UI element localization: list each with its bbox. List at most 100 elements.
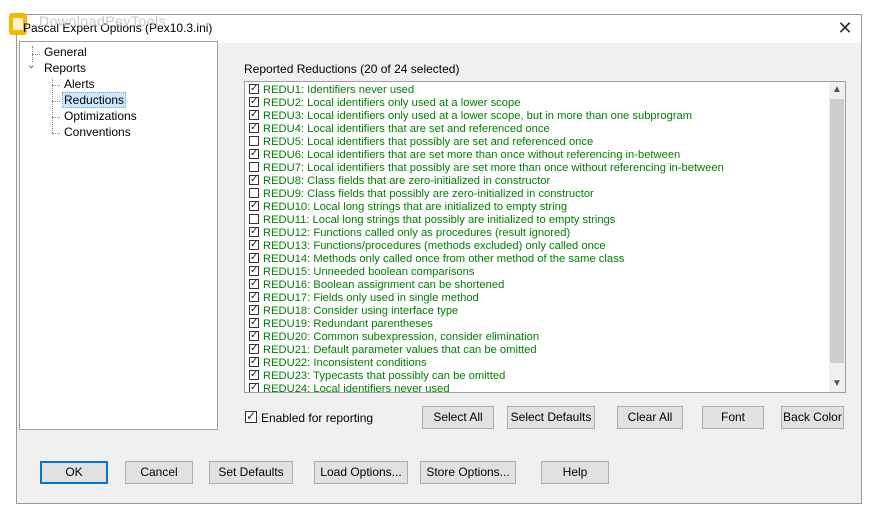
checkbox-icon[interactable]: [249, 342, 259, 355]
tree-line: [52, 117, 60, 118]
checkbox-icon[interactable]: [245, 409, 257, 423]
select-all-button[interactable]: Select All: [422, 406, 494, 429]
store-options-button[interactable]: Store Options...: [420, 461, 516, 484]
options-dialog: Pascal Expert Options (Pex10.3.ini) Down…: [9, 13, 862, 504]
reduction-item-label: REDU19: Redundant parentheses: [263, 318, 433, 330]
reduction-item[interactable]: REDU23: Typecasts that possibly can be o…: [249, 368, 505, 383]
tree-item-alerts[interactable]: Alerts: [64, 76, 95, 92]
reduction-item[interactable]: REDU7: Local identifiers that possibly a…: [249, 162, 724, 175]
scroll-down-icon[interactable]: ▼: [829, 376, 845, 392]
title-bar: Pascal Expert Options (Pex10.3.ini) Down…: [9, 13, 861, 43]
enabled-for-reporting-checkbox[interactable]: Enabled for reporting: [245, 409, 373, 425]
help-button[interactable]: Help: [541, 461, 609, 484]
reduction-item-label: REDU17: Fields only used in single metho…: [263, 292, 479, 304]
reduction-item[interactable]: REDU24: Local identifiers never used: [249, 381, 450, 393]
load-options-button[interactable]: Load Options...: [314, 461, 408, 484]
reduction-item-label: REDU9: Class fields that possibly are ze…: [263, 188, 594, 200]
reduction-item[interactable]: REDU19: Redundant parentheses: [249, 316, 433, 331]
clear-all-button[interactable]: Clear All: [617, 406, 683, 429]
reduction-item-label: REDU14: Methods only called once from ot…: [263, 253, 625, 265]
checkbox-icon[interactable]: [249, 368, 259, 381]
reduction-item[interactable]: REDU15: Unneeded boolean comparisons: [249, 264, 475, 279]
checkbox-icon[interactable]: [249, 277, 259, 290]
tree-line: [52, 78, 53, 133]
tree-line: [32, 54, 40, 55]
checkbox-icon[interactable]: [249, 303, 259, 316]
reduction-item-label: REDU21: Default parameter values that ca…: [263, 344, 537, 356]
vertical-scrollbar[interactable]: ▲ ▼: [829, 82, 845, 392]
ok-button[interactable]: OK: [40, 461, 108, 484]
checkbox-icon[interactable]: [249, 316, 259, 329]
reduction-item[interactable]: REDU3: Local identifiers only used at a …: [249, 108, 693, 123]
reduction-item[interactable]: REDU17: Fields only used in single metho…: [249, 290, 479, 305]
reduction-item[interactable]: REDU21: Default parameter values that ca…: [249, 342, 537, 357]
reduction-item[interactable]: REDU22: Inconsistent conditions: [249, 355, 427, 370]
close-icon[interactable]: ✕: [831, 17, 859, 39]
reduction-item-label: REDU3: Local identifiers only used at a …: [263, 110, 693, 122]
reduction-item-label: REDU1: Identifiers never used: [263, 84, 415, 96]
checkbox-icon[interactable]: [249, 173, 259, 186]
reduction-item[interactable]: REDU2: Local identifiers only used at a …: [249, 95, 521, 110]
checkbox-icon[interactable]: [249, 290, 259, 303]
cancel-button[interactable]: Cancel: [125, 461, 193, 484]
checkbox-icon[interactable]: [249, 147, 259, 160]
reduction-item[interactable]: REDU5: Local identifiers that possibly a…: [249, 136, 593, 149]
reduction-item[interactable]: REDU9: Class fields that possibly are ze…: [249, 188, 594, 201]
reduction-item-label: REDU7: Local identifiers that possibly a…: [263, 162, 724, 174]
reductions-list: REDU1: Identifiers never usedREDU2: Loca…: [244, 81, 846, 393]
reduction-item[interactable]: REDU16: Boolean assignment can be shorte…: [249, 277, 505, 292]
scroll-up-icon[interactable]: ▲: [829, 82, 845, 98]
reduction-item-label: REDU20: Common subexpression, consider e…: [263, 331, 540, 343]
reduction-item[interactable]: REDU6: Local identifiers that are set mo…: [249, 147, 680, 162]
reduction-item[interactable]: REDU10: Local long strings that are init…: [249, 199, 567, 214]
tree-item-general[interactable]: General: [44, 44, 87, 60]
checkbox-icon[interactable]: [249, 238, 259, 251]
options-tree: General ⌄ Reports Alerts Reductions Opti…: [19, 41, 218, 430]
reductions-heading: Reported Reductions (20 of 24 selected): [244, 62, 460, 76]
checkbox-icon[interactable]: [249, 381, 259, 392]
checkbox-icon[interactable]: [249, 225, 259, 238]
checkbox-icon[interactable]: [249, 136, 259, 146]
back-color-button[interactable]: Back Color: [781, 406, 844, 429]
checkbox-icon[interactable]: [249, 162, 259, 172]
reduction-item[interactable]: REDU12: Functions called only as procedu…: [249, 225, 570, 240]
reduction-item[interactable]: REDU14: Methods only called once from ot…: [249, 251, 625, 266]
checkbox-icon[interactable]: [249, 251, 259, 264]
reduction-item[interactable]: REDU11: Local long strings that possibly…: [249, 214, 615, 227]
reduction-item[interactable]: REDU8: Class fields that are zero-initia…: [249, 173, 551, 188]
font-button[interactable]: Font: [702, 406, 764, 429]
checkbox-icon[interactable]: [249, 214, 259, 224]
reduction-item-label: REDU2: Local identifiers only used at a …: [263, 97, 521, 109]
reduction-item[interactable]: REDU1: Identifiers never used: [249, 82, 415, 97]
tree-item-conventions[interactable]: Conventions: [64, 124, 131, 140]
reduction-item-label: REDU16: Boolean assignment can be shorte…: [263, 279, 505, 291]
checkbox-icon[interactable]: [249, 264, 259, 277]
tree-item-reports[interactable]: Reports: [44, 60, 86, 76]
tree-item-optimizations[interactable]: Optimizations: [64, 108, 137, 124]
checkbox-icon[interactable]: [249, 329, 259, 342]
checkbox-icon[interactable]: [249, 188, 259, 198]
tree-item-reductions[interactable]: Reductions: [62, 92, 127, 108]
set-defaults-button[interactable]: Set Defaults: [209, 461, 293, 484]
reduction-item[interactable]: REDU4: Local identifiers that are set an…: [249, 121, 550, 136]
checkbox-icon[interactable]: [249, 108, 259, 121]
reduction-item-label: REDU18: Consider using interface type: [263, 305, 459, 317]
checkbox-icon[interactable]: [249, 95, 259, 108]
select-defaults-button[interactable]: Select Defaults: [507, 406, 595, 429]
scrollbar-thumb[interactable]: [830, 99, 844, 363]
reduction-item-label: REDU13: Functions/procedures (methods ex…: [263, 240, 606, 252]
reduction-item-label: REDU8: Class fields that are zero-initia…: [263, 175, 551, 187]
checkbox-icon[interactable]: [249, 199, 259, 212]
reduction-item[interactable]: REDU13: Functions/procedures (methods ex…: [249, 238, 606, 253]
watermark-text: DownloadPeyTools: [39, 13, 167, 29]
reduction-item-label: REDU15: Unneeded boolean comparisons: [263, 266, 475, 278]
checkbox-icon[interactable]: [249, 121, 259, 134]
chevron-down-icon[interactable]: ⌄: [27, 60, 35, 71]
reduction-item-label: REDU24: Local identifiers never used: [263, 383, 450, 393]
tree-line: [52, 85, 60, 86]
checkbox-icon[interactable]: [249, 355, 259, 368]
reduction-item[interactable]: REDU20: Common subexpression, consider e…: [249, 329, 540, 344]
checkbox-icon[interactable]: [249, 82, 259, 95]
reduction-item[interactable]: REDU18: Consider using interface type: [249, 303, 459, 318]
reduction-item-label: REDU5: Local identifiers that possibly a…: [263, 136, 594, 148]
